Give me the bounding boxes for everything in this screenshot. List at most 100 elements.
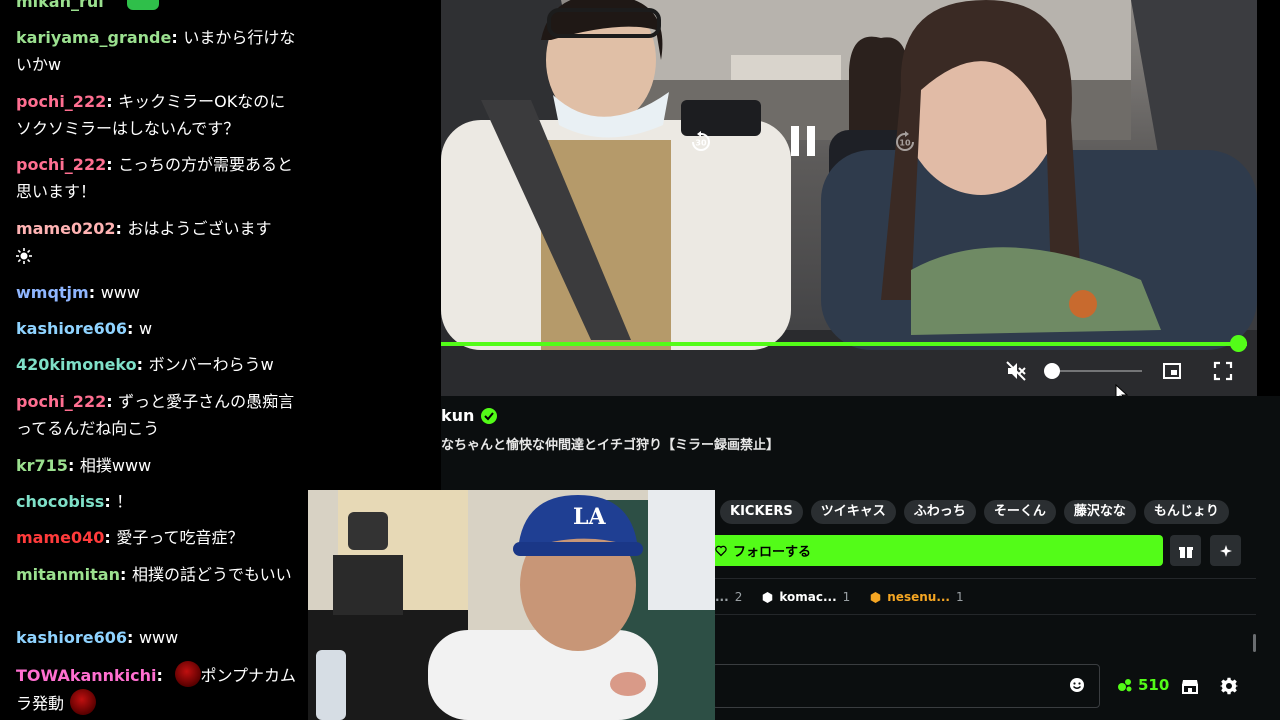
tag-chip[interactable]: もんじょり [1143,500,1229,524]
chat-username[interactable]: pochi_222 [16,392,106,411]
chat-message: kashiore606: www [16,624,300,651]
volume-slider[interactable] [1052,370,1142,372]
chat-username[interactable]: kashiore606 [16,628,127,647]
chat-message: pochi_222: ずっと愛子さんの愚痴言ってるんだね向こう [16,388,300,442]
gifter-badge-icon [870,591,881,603]
chat-panel: mikan_rui kariyama_grande: いまから行けないかw poc… [0,0,308,720]
chat-username[interactable]: pochi_222 [16,92,106,111]
points-count: 510 [1138,676,1170,694]
tag-chip[interactable]: ツイキャス [810,500,896,524]
chat-message: mitanmitan: 相撲の話どうでもいい [16,561,300,588]
chat-message: mame0202: おはようございます [16,215,300,269]
chat-text: www [138,628,179,647]
follow-label: フォローする [733,545,812,560]
chat-message: pochi_222: キックミラーOKなのにソクソミラーはしないんです？ [16,88,300,142]
tag-list: KICKERS ツイキャス ふわっち そーくん 藤沢なな もんじょり [720,500,1229,524]
chat-message: mame040: 愛子って吃音症？ [16,524,300,551]
chat-username[interactable]: mitanmitan [16,565,120,584]
chat-message-partial: mikan_rui [0,0,308,12]
skip-forward-label: 10 [899,139,911,148]
skip-back-button[interactable]: 30 [689,130,713,154]
gear-icon [1220,677,1238,695]
chat-username[interactable]: TOWAkannkichi [16,666,157,685]
chat-text: 愛子って吃音症？ [116,528,244,547]
tag-chip[interactable]: ふわっち [903,500,976,524]
mute-button[interactable] [1005,360,1027,382]
chat-separator: : [104,528,117,547]
chat-username[interactable]: kariyama_grande [16,28,171,47]
chat-text: www [100,283,140,302]
seek-handle[interactable] [1230,335,1247,352]
chat-input[interactable] [712,664,1100,708]
skip-forward-button[interactable]: 10 [893,130,917,154]
streamer-name[interactable]: kun [441,406,474,425]
gift-icon [1178,546,1193,558]
sun-icon [16,248,32,264]
tag-chip[interactable]: 藤沢なな [1063,500,1136,524]
top-gifters: ... 2 komac... 1 nesenu... 1 [715,590,978,604]
chat-username[interactable]: chocobiss [16,492,104,511]
chat-text: 相撲の話どうでもいい [131,565,292,584]
heart-icon [715,545,727,556]
chat-username[interactable]: mame040 [16,528,104,547]
chat-scrollbar[interactable] [1253,634,1256,652]
seek-bar[interactable] [441,342,1247,346]
verified-badge-icon [481,407,498,424]
chat-username[interactable]: pochi_222 [16,155,106,174]
gifter-name[interactable]: komac... [779,590,836,604]
chat-separator: : [106,392,119,411]
chat-message: wmqtjm: www [16,279,300,306]
emoji-icon[interactable] [1069,677,1085,693]
chat-message: TOWAkannkichi: ポンプナカムラ発動 [16,661,300,717]
gifter-name[interactable]: ... [715,590,729,604]
chat-text: ボンバーわらうw [148,355,274,374]
gift-sub-button[interactable] [1170,535,1201,566]
chat-separator: : [119,565,132,584]
theater-mode-button[interactable] [1161,360,1183,382]
pause-button[interactable] [787,124,819,158]
volume-handle[interactable] [1044,363,1060,379]
fullscreen-button[interactable] [1212,360,1234,382]
gift-count: 1 [842,590,851,604]
streamer-info[interactable]: kun [441,406,498,425]
chat-separator: : [171,28,184,47]
chat-separator: : [88,283,101,302]
webcam-overlay: LA [308,490,715,720]
sparkle-icon [1219,544,1232,557]
chat-text: おはようございます [127,219,272,238]
tag-chip[interactable]: そーくん [983,500,1056,524]
chat-message: kariyama_grande: いまから行けないかw [16,24,300,78]
tag-chip[interactable]: KICKERS [720,500,803,524]
points-icon [1118,679,1132,692]
video-frame [441,0,1257,396]
chat-separator: : [156,666,169,685]
chat-separator: : [126,319,139,338]
fullscreen-icon [1213,361,1233,381]
divider [707,578,1256,579]
chat-separator: : [126,628,139,647]
gifter-name[interactable]: nesenu... [887,590,950,604]
chat-text: 相撲www [79,456,152,475]
custom-emote-icon [70,689,97,715]
skip-back-label: 30 [695,139,707,148]
video-player[interactable]: 30 10 [441,0,1257,396]
follow-button[interactable]: フォローする [707,535,1163,566]
channel-points[interactable]: 510 [1116,676,1169,694]
chat-separator: : [67,456,80,475]
settings-button[interactable] [1219,676,1239,696]
chat-username[interactable]: kr715 [16,456,68,475]
chat-username[interactable]: 420kimoneko [16,355,137,374]
store-icon [1182,680,1198,694]
volume-muted-icon [1006,361,1026,381]
chat-username[interactable]: kashiore606 [16,319,127,338]
chat-username: mikan_rui [16,0,104,11]
chat-username[interactable]: wmqtjm [16,283,89,302]
svg-text:LA: LA [573,504,606,530]
chat-separator: : [104,492,117,511]
sparkle-button[interactable] [1210,535,1241,566]
gift-count: 2 [734,590,743,604]
chat-separator: : [106,155,119,174]
chat-username[interactable]: mame0202 [16,219,116,238]
chat-message: kashiore606: w [16,315,300,342]
store-button[interactable] [1180,676,1200,696]
